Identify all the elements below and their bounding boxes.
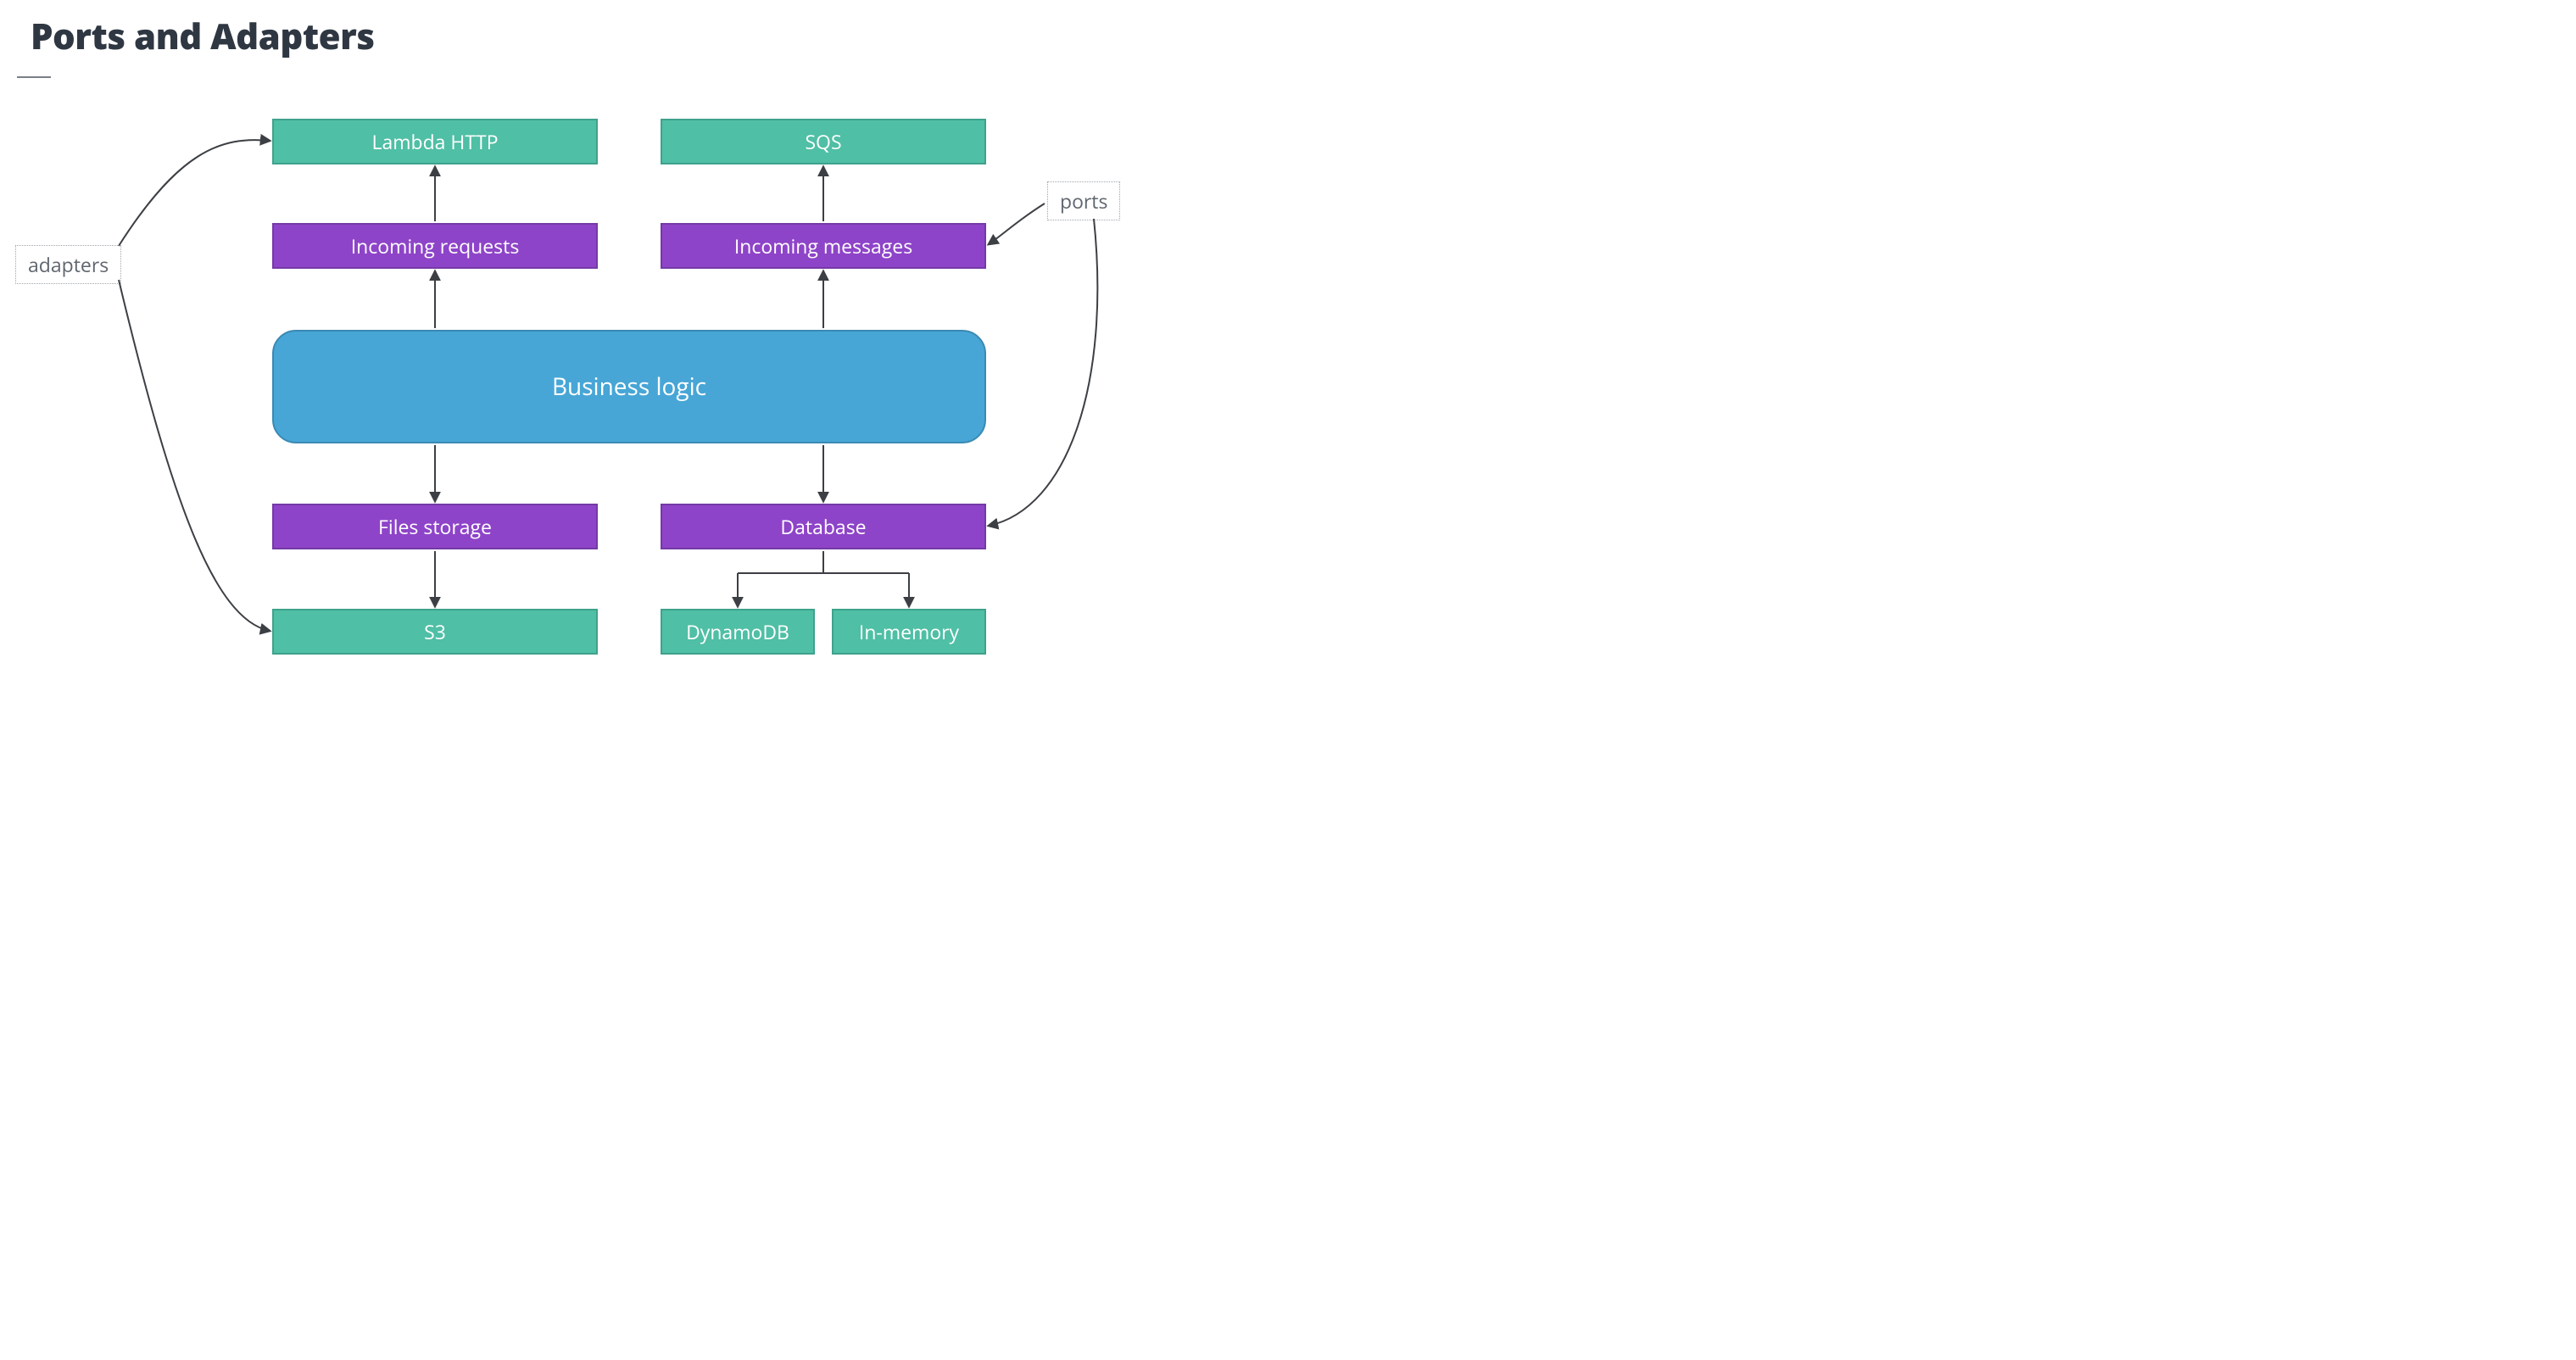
- node-incoming-requests: Incoming requests: [272, 223, 598, 269]
- slide-title: Ports and Adapters: [31, 12, 375, 60]
- label-ports: ports: [1047, 181, 1120, 220]
- node-database: Database: [661, 504, 986, 549]
- node-s3: S3: [272, 609, 598, 655]
- edge-database-split: [738, 551, 909, 606]
- edge-label-ports-to-database: [989, 219, 1097, 526]
- node-dynamodb: DynamoDB: [661, 609, 815, 655]
- node-in-memory: In-memory: [832, 609, 986, 655]
- node-lambda-http: Lambda HTTP: [272, 119, 598, 164]
- title-underline: [17, 76, 51, 78]
- edge-label-adapters-to-s3: [119, 280, 270, 631]
- label-adapters: adapters: [15, 245, 121, 284]
- node-files-storage: Files storage: [272, 504, 598, 549]
- edge-label-ports-to-incoming-messages: [989, 203, 1045, 244]
- slide: Ports and Adapters adapters ports Lambda…: [0, 0, 1288, 680]
- node-sqs: SQS: [661, 119, 986, 164]
- edge-label-adapters-to-lambda-http: [119, 140, 270, 246]
- node-business-logic: Business logic: [272, 330, 986, 443]
- node-incoming-messages: Incoming messages: [661, 223, 986, 269]
